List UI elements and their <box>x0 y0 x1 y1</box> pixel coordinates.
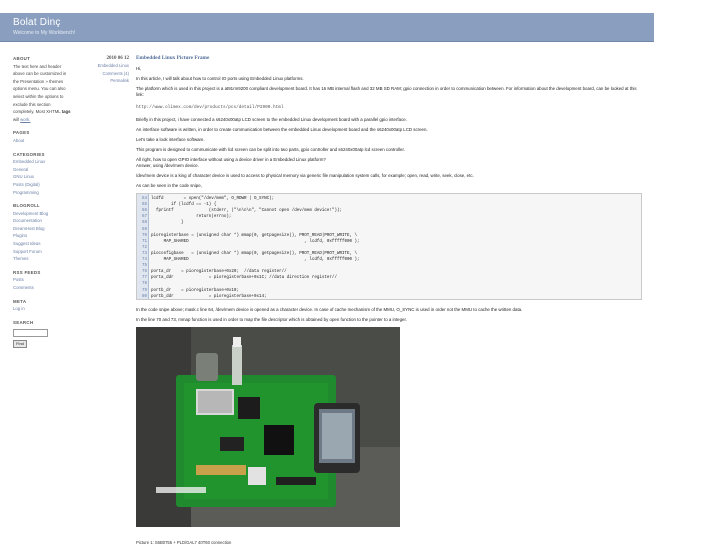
blogroll-link[interactable]: Plugins <box>13 232 73 240</box>
code-line-text: fprintf (stderr, ("\n\n\n", "Cannot open… <box>151 209 342 214</box>
post-paragraph: All right, how to open GPIO interface wi… <box>136 157 644 169</box>
post-paragraph: In the line 70 and 73, mmap function is … <box>136 317 407 322</box>
about-work-link[interactable]: work. <box>20 117 30 122</box>
categories-heading: CATEGORIES <box>13 151 45 157</box>
code-block: 64 lcdfd = open("/dev/mem", O_RDWR | O_SY… <box>136 193 642 300</box>
post-meta: 2010 06 12 Embedded Linux Comments (4) P… <box>88 55 129 84</box>
code-line: 77 porta_ddr = pioregisterbase+0x1C; //da… <box>137 275 337 281</box>
code-line-number: 80 <box>141 294 147 299</box>
category-link[interactable]: GNU Linux <box>13 173 73 181</box>
blogroll-link[interactable]: Documentation <box>13 217 73 225</box>
photo-caption: Picture 1: S6B0755 + PLD/GAL7 40T60 conn… <box>136 540 232 545</box>
post-permalink[interactable]: Permalink <box>88 77 129 84</box>
post-paragraph: This program is designed to communicate … <box>136 147 405 152</box>
pages-heading: PAGES <box>13 130 30 136</box>
about-text-will: will <box>13 116 19 122</box>
code-line-text: pioregisterbase = (unsigned char *) mmap… <box>151 233 358 238</box>
code-line-text: if (lcdfd == -1) { <box>151 203 217 208</box>
post-answer: Answer, using /dev/mem device. <box>136 163 199 168</box>
code-line-text: } <box>151 221 184 226</box>
post-paragraph: As can be seen in the code snipe, <box>136 183 202 188</box>
category-link[interactable]: Embedded Linux <box>13 158 73 166</box>
code-line-text: return(errno); <box>151 215 232 220</box>
search-heading: SEARCH <box>13 319 34 325</box>
code-line-text: porta_ddr = pioregisterbase+0x1C; //data… <box>151 276 337 281</box>
search-button[interactable]: Find <box>13 340 27 349</box>
post-title[interactable]: Embedded Linux Picture Frame <box>136 55 644 61</box>
post-paragraph: /dev/mem device is a king of character d… <box>136 173 474 178</box>
rss-posts-link[interactable]: Posts <box>13 276 73 284</box>
blogroll-link[interactable]: Themes <box>13 255 73 263</box>
post-paragraph: Let's take a look interface software. <box>136 137 205 142</box>
code-line-text: portb_dr = pioregisterbase+0x10; <box>151 288 239 293</box>
post-date: 2010 06 12 <box>106 56 130 61</box>
code-line-text: MAP_SHARED , lcdfd, 0xfffff000 ); <box>151 258 360 262</box>
post-paragraph: An interface software is written, in ord… <box>136 127 428 132</box>
blogroll-heading: BLOGROLL <box>13 203 41 209</box>
rss-comments-link[interactable]: Comments <box>13 284 73 292</box>
blog-header: Bolat Dinç Welcome to My Workbench! <box>0 13 654 42</box>
post-paragraph: In the code snipe above; mask.c line 64,… <box>136 307 523 312</box>
post-paragraph: The platform which is used in this proje… <box>136 86 637 97</box>
rss-heading: RSS FEEDS <box>13 269 41 275</box>
category-link[interactable]: Posts (Digital) <box>13 181 73 189</box>
blogroll-link[interactable]: Development Blog <box>13 210 73 218</box>
post-comments-link[interactable]: Comments (4) <box>88 70 129 77</box>
search-input[interactable] <box>13 329 48 338</box>
code-line-text: lcdfd = open("/dev/mem", O_RDWR | O_SYNC… <box>151 197 275 201</box>
sidebar: ABOUT The text here and header above can… <box>13 55 73 349</box>
about-heading: ABOUT <box>13 56 31 61</box>
code-line: 71 MAP_SHARED , lcdfd, 0xfffff000 ); <box>137 239 360 245</box>
post-paragraph: Briefly in this project, i have connecte… <box>136 117 407 122</box>
blogroll-link[interactable]: Suggest Ideas <box>13 240 73 248</box>
board-url[interactable]: http://www.olimex.com/dev/products/pcs/d… <box>136 105 644 111</box>
login-link[interactable]: Log in <box>13 305 73 313</box>
code-line: 74 MAP_SHARED , lcdfd, 0xfffff000 ); <box>137 257 360 263</box>
code-line: 80 portb_ddr = pioregisterbase+0x14; <box>137 294 267 300</box>
meta-heading: META <box>13 298 27 304</box>
post-category-link[interactable]: Embedded Linux <box>88 62 129 69</box>
code-line-text: pioconfigbase = (unsigned char *) mmap(0… <box>151 251 358 256</box>
about-text-body: The text here and header above can be cu… <box>13 63 67 115</box>
about-tags-word: tags <box>61 109 71 115</box>
blogroll-link[interactable]: Support Forum <box>13 248 73 256</box>
page-link-about[interactable]: About <box>13 137 73 145</box>
category-link[interactable]: General <box>13 166 73 174</box>
code-line-text: MAP_SHARED , lcdfd, 0xfffff000 ); <box>151 239 360 244</box>
code-line-text: porta_dr = pioregisterbase+0x20; //data … <box>151 270 287 275</box>
post-content: Embedded Linux Picture Frame Hi, In this… <box>136 55 644 527</box>
about-text: The text here and header above can be cu… <box>13 63 73 124</box>
blog-title[interactable]: Bolat Dinç <box>13 17 61 28</box>
board-photo <box>136 327 400 527</box>
post-paragraph: Hi, <box>136 66 142 71</box>
code-line-text: portb_ddr = pioregisterbase+0x14; <box>151 294 267 299</box>
blog-description: Welcome to My Workbench! <box>13 30 76 36</box>
blogroll-link[interactable]: DreamHost Blog <box>13 225 73 233</box>
post-paragraph: In this article, I will talk about how t… <box>136 76 304 81</box>
category-link[interactable]: Programming <box>13 189 73 197</box>
